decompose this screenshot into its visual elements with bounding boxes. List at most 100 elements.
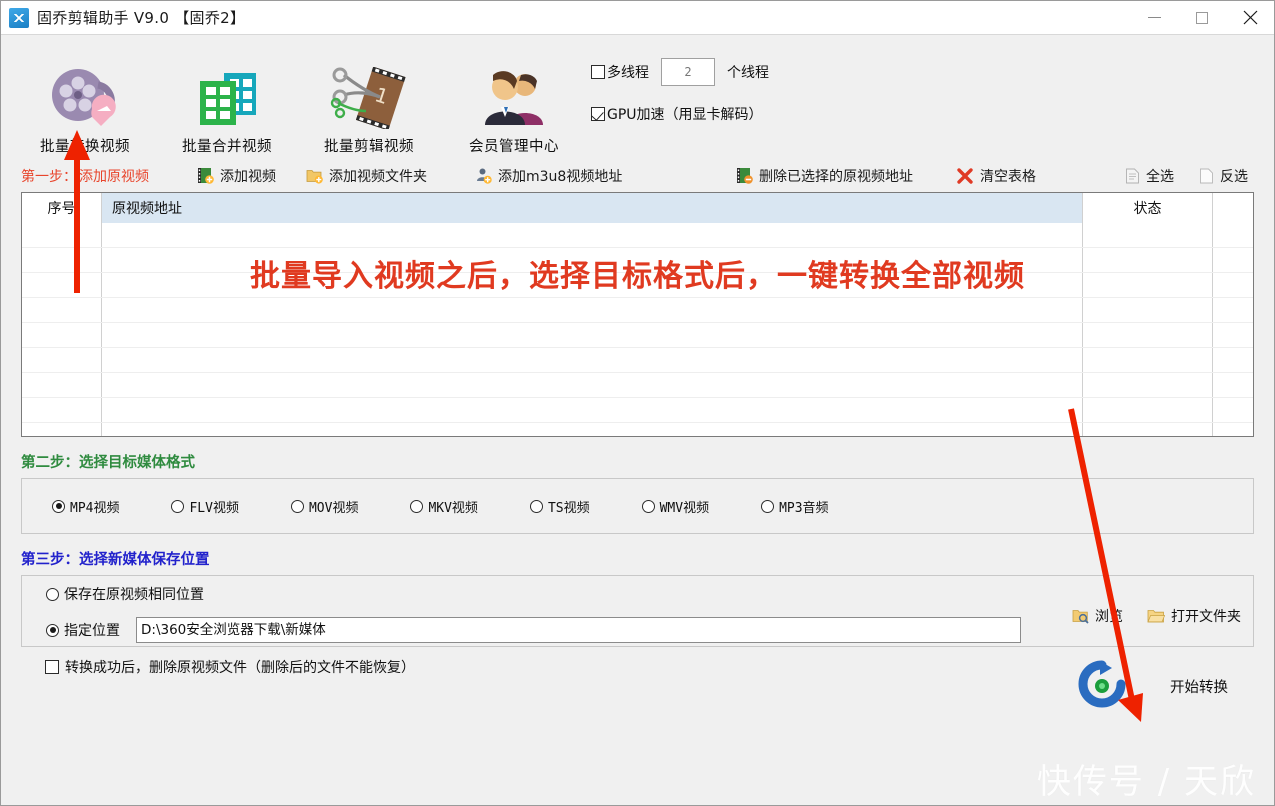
scissors-filmstrip-icon: 1 [299, 67, 439, 129]
minimize-icon [1148, 17, 1161, 18]
refresh-start-icon [1076, 659, 1128, 714]
minimize-button[interactable] [1130, 1, 1178, 34]
open-folder-icon [1147, 608, 1165, 624]
format-label: WMV视频 [660, 497, 709, 516]
radio-mkv[interactable] [410, 500, 423, 513]
format-label: MP3音频 [779, 497, 828, 516]
radio-mov[interactable] [291, 500, 304, 513]
tool-member-center[interactable]: 会员管理中心 [444, 67, 584, 156]
tool-label: 批量剪辑视频 [299, 135, 439, 156]
table-overlay-note: 批量导入视频之后，选择目标格式后，一键转换全部视频 [22, 251, 1253, 295]
start-convert-button[interactable]: 开始转换 [1076, 659, 1228, 714]
column-header-address: 原视频地址 [102, 193, 1082, 223]
app-window: 固乔剪辑助手 V9.0 【固乔2】 [0, 0, 1275, 806]
maximize-button[interactable] [1178, 1, 1226, 34]
radio-save-custom-location[interactable] [46, 624, 59, 637]
gpu-checkbox[interactable] [591, 107, 605, 121]
thread-unit-label: 个线程 [727, 62, 769, 82]
tool-label: 批量合并视频 [157, 135, 297, 156]
tool-batch-merge[interactable]: 批量合并视频 [157, 67, 297, 156]
window-title: 固乔剪辑助手 V9.0 【固乔2】 [37, 7, 245, 28]
add-video-button[interactable]: 添加视频 [197, 159, 276, 192]
close-icon [1243, 10, 1258, 25]
save-path-input[interactable]: D:\360安全浏览器下载\新媒体 [136, 617, 1021, 643]
clear-table-label: 清空表格 [980, 166, 1036, 186]
video-list-table[interactable]: 序号 原视频地址 状态 批量导入视频之后，选择目标格式后，一键转换全部视频 [21, 192, 1254, 437]
browse-label: 浏览 [1095, 606, 1123, 626]
open-folder-label: 打开文件夹 [1171, 606, 1241, 626]
delete-source-checkbox[interactable] [45, 660, 59, 674]
table-col-status: 状态 [1083, 193, 1213, 436]
radio-mp3[interactable] [761, 500, 774, 513]
radio-mp4[interactable] [52, 500, 65, 513]
multithread-checkbox[interactable] [591, 65, 605, 79]
thread-count-input[interactable]: 2 [661, 58, 715, 86]
remove-selected-button[interactable]: 删除已选择的原视频地址 [736, 159, 913, 192]
format-option-wmv[interactable]: WMV视频 [642, 497, 709, 516]
gpu-label: GPU加速（用显卡解码） [607, 104, 763, 124]
clear-table-button[interactable]: 清空表格 [956, 159, 1036, 192]
bottom-bar: 转换成功后，删除原视频文件（删除后的文件不能恢复） 开始转换 快传号 / 天欣 [1, 647, 1274, 805]
tool-batch-convert[interactable]: 批量转换视频 [15, 67, 155, 156]
select-all-button[interactable]: 全选 [1125, 159, 1174, 192]
multithread-row: 多线程 2 个线程 [591, 57, 769, 87]
add-video-label: 添加视频 [220, 166, 276, 186]
browse-folder-icon [1072, 608, 1089, 624]
title-bar: 固乔剪辑助手 V9.0 【固乔2】 [1, 1, 1274, 34]
add-video-icon [197, 167, 214, 184]
step2-title: 第二步：选择目标媒体格式 [21, 451, 1274, 472]
close-button[interactable] [1226, 1, 1274, 34]
step1-step-text: 第一步： [21, 166, 77, 186]
radio-save-same-location[interactable] [46, 588, 59, 601]
add-folder-icon [306, 167, 323, 184]
open-folder-button[interactable]: 打开文件夹 [1147, 606, 1241, 626]
invert-select-label: 反选 [1220, 166, 1248, 186]
step1-label: 第一步： [21, 159, 77, 192]
multithread-label: 多线程 [607, 62, 649, 82]
save-custom-label: 指定位置 [64, 620, 120, 640]
maximize-icon [1196, 12, 1208, 24]
radio-ts[interactable] [530, 500, 543, 513]
save-same-label: 保存在原视频相同位置 [64, 584, 204, 604]
location-actions: 浏览 打开文件夹 [1048, 606, 1241, 626]
format-label: MOV视频 [309, 497, 358, 516]
select-all-icon [1125, 168, 1140, 184]
tool-label: 批量转换视频 [15, 135, 155, 156]
delete-source-row[interactable]: 转换成功后，删除原视频文件（删除后的文件不能恢复） [45, 657, 415, 677]
table-scroll-gutter[interactable] [1213, 193, 1253, 436]
invert-select-icon [1199, 168, 1214, 184]
format-option-mov[interactable]: MOV视频 [291, 497, 358, 516]
tool-label: 会员管理中心 [444, 135, 584, 156]
add-folder-label: 添加视频文件夹 [329, 166, 427, 186]
toolbar-options: 多线程 2 个线程 GPU加速（用显卡解码） [591, 57, 769, 141]
invert-select-button[interactable]: 反选 [1199, 159, 1248, 192]
step1-section-text: 添加原视频 [79, 166, 149, 186]
step1-action-bar: 第一步： 添加原视频 添加视频 [1, 159, 1274, 192]
format-option-mp4[interactable]: MP4视频 [52, 497, 119, 516]
main-toolbar: 批量转换视频 批量合并视频 [1, 34, 1274, 159]
step3-title: 第三步：选择新媒体保存位置 [21, 548, 1274, 569]
format-option-flv[interactable]: FLV视频 [171, 497, 238, 516]
select-all-label: 全选 [1146, 166, 1174, 186]
format-label: MKV视频 [428, 497, 477, 516]
radio-wmv[interactable] [642, 500, 655, 513]
format-label: FLV视频 [189, 497, 238, 516]
format-label: TS视频 [548, 497, 590, 516]
tool-batch-edit[interactable]: 1 批量剪辑视频 [299, 67, 439, 156]
browse-button[interactable]: 浏览 [1072, 606, 1123, 626]
add-folder-button[interactable]: 添加视频文件夹 [306, 159, 427, 192]
format-option-mp3[interactable]: MP3音频 [761, 497, 828, 516]
format-option-ts[interactable]: TS视频 [530, 497, 590, 516]
step1-section-label: 添加原视频 [79, 159, 149, 192]
members-icon [444, 67, 584, 129]
format-label: MP4视频 [70, 497, 119, 516]
format-option-mkv[interactable]: MKV视频 [410, 497, 477, 516]
start-convert-label: 开始转换 [1170, 676, 1228, 697]
merge-blocks-icon [157, 67, 297, 129]
radio-flv[interactable] [171, 500, 184, 513]
save-location-panel: 保存在原视频相同位置 指定位置 D:\360安全浏览器下载\新媒体 浏览 [21, 575, 1254, 647]
column-header-status: 状态 [1083, 193, 1212, 223]
delete-source-label: 转换成功后，删除原视频文件（删除后的文件不能恢复） [65, 657, 415, 677]
add-m3u8-button[interactable]: 添加m3u8视频地址 [475, 159, 622, 192]
clear-table-icon [956, 167, 974, 185]
